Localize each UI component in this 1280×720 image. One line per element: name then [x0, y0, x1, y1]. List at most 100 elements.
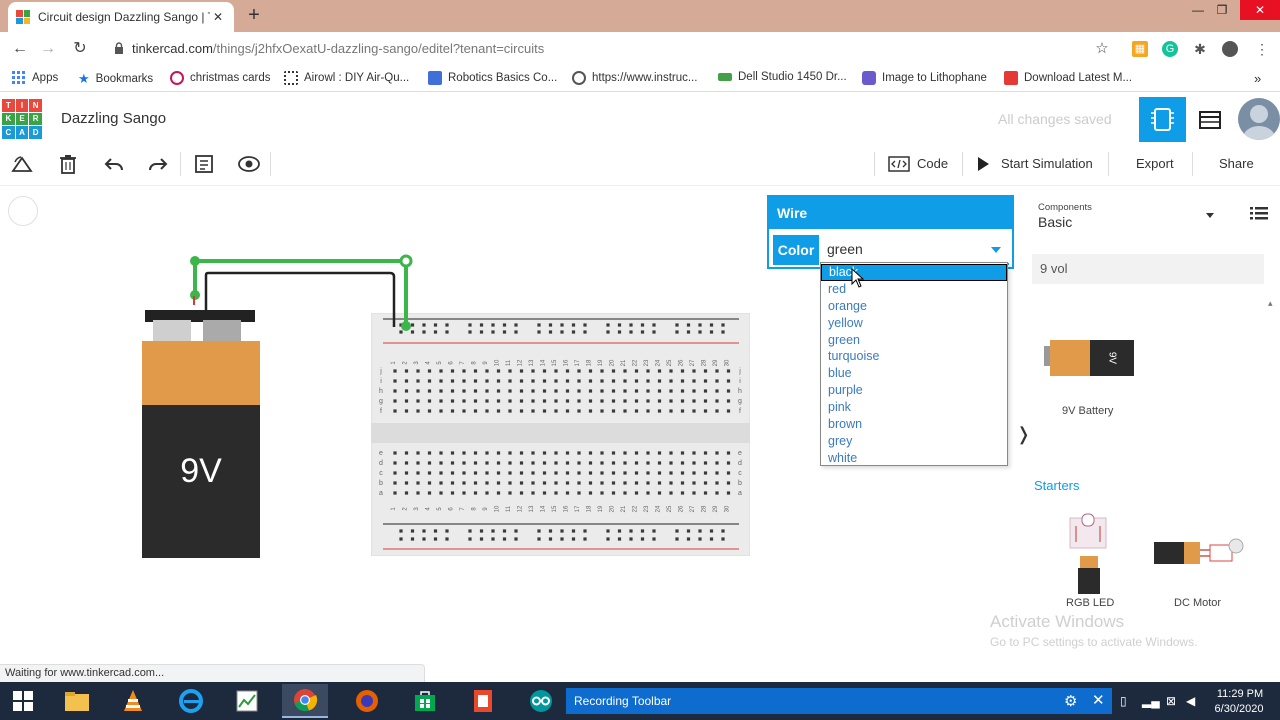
breadboard-hole[interactable] [686, 529, 691, 533]
breadboard-hole[interactable] [698, 323, 702, 327]
breadboard-hole[interactable] [577, 461, 581, 465]
breadboard-hole[interactable] [646, 491, 650, 495]
breadboard-hole[interactable] [611, 379, 616, 383]
breadboard-hole[interactable] [669, 379, 673, 383]
breadboard-hole[interactable] [571, 529, 576, 533]
list-menu-icon[interactable] [1250, 206, 1268, 220]
breadboard-hole[interactable] [531, 491, 535, 495]
breadboard-hole[interactable] [554, 399, 558, 403]
breadboard-hole[interactable] [416, 379, 420, 383]
breadboard-hole[interactable] [473, 369, 478, 373]
wifi-off-icon[interactable]: ⊠ [1166, 694, 1176, 708]
breadboard-hole[interactable] [479, 537, 484, 541]
color-option-blue[interactable]: blue [821, 365, 1007, 382]
breadboard-hole[interactable] [698, 537, 702, 541]
breadboard-hole[interactable] [473, 481, 478, 485]
breadboard-hole[interactable] [479, 330, 484, 334]
breadboard-hole[interactable] [450, 389, 455, 393]
breadboard-hole[interactable] [531, 369, 535, 373]
breadboard-hole[interactable] [496, 461, 501, 465]
breadboard-hole[interactable] [485, 491, 489, 495]
breadboard-hole[interactable] [393, 379, 397, 383]
taskbar-app[interactable] [402, 684, 448, 718]
breadboard-hole[interactable] [473, 399, 478, 403]
breadboard-hole[interactable] [422, 529, 426, 533]
bookmark-item[interactable]: Apps [12, 71, 58, 85]
breadboard-hole[interactable] [588, 491, 593, 495]
breadboard-hole[interactable] [554, 451, 558, 455]
window-close-icon[interactable]: ✕ [1240, 0, 1280, 20]
breadboard-hole[interactable] [450, 379, 455, 383]
breadboard-hole[interactable] [652, 323, 656, 327]
breadboard-hole[interactable] [611, 481, 616, 485]
breadboard-hole[interactable] [692, 491, 696, 495]
breadboard-hole[interactable] [692, 369, 696, 373]
breadboard-hole[interactable] [531, 399, 535, 403]
breadboard-hole[interactable] [445, 330, 449, 334]
breadboard-hole[interactable] [726, 451, 731, 455]
breadboard-hole[interactable] [491, 529, 495, 533]
breadboard-hole[interactable] [646, 379, 650, 383]
wire-endpoint[interactable] [401, 321, 411, 331]
breadboard-hole[interactable] [404, 379, 409, 383]
breadboard-hole[interactable] [680, 369, 685, 373]
breadboard-hole[interactable] [519, 461, 524, 465]
breadboard-hole[interactable] [502, 537, 507, 541]
breadboard-hole[interactable] [462, 389, 466, 393]
breadboard-hole[interactable] [404, 409, 409, 413]
export-button[interactable]: Export [1136, 152, 1174, 176]
clock-time[interactable]: 11:29 PM [1214, 688, 1266, 700]
breadboard-hole[interactable] [433, 323, 438, 327]
breadboard-hole[interactable] [634, 471, 639, 475]
breadboard-hole[interactable] [588, 409, 593, 413]
breadboard-hole[interactable] [692, 471, 696, 475]
color-option-white[interactable]: white [821, 450, 1007, 467]
breadboard-hole[interactable] [468, 330, 472, 334]
color-option-yellow[interactable]: yellow [821, 315, 1007, 332]
undo-icon[interactable] [102, 152, 126, 176]
breadboard-hole[interactable] [577, 389, 581, 393]
breadboard-hole[interactable] [427, 379, 432, 383]
breadboard-hole[interactable] [531, 451, 535, 455]
bookmark-item[interactable]: christmas cards [170, 71, 271, 85]
breadboard-hole[interactable] [485, 461, 489, 465]
breadboard-hole[interactable] [646, 389, 650, 393]
breadboard-hole[interactable] [462, 379, 466, 383]
breadboard-hole[interactable] [450, 461, 455, 465]
breadboard-hole[interactable] [692, 409, 696, 413]
breadboard-hole[interactable] [531, 471, 535, 475]
breadboard-hole[interactable] [416, 471, 420, 475]
breadboard-hole[interactable] [629, 529, 633, 533]
breadboard-hole[interactable] [698, 330, 702, 334]
breadboard-hole[interactable] [588, 451, 593, 455]
bookmark-star-icon[interactable]: ☆ [1092, 39, 1112, 59]
breadboard-hole[interactable] [588, 369, 593, 373]
breadboard-hole[interactable] [450, 471, 455, 475]
breadboard-hole[interactable] [709, 330, 714, 334]
extensions-puzzle-icon[interactable]: ✱ [1192, 41, 1208, 57]
breadboard-hole[interactable] [686, 323, 691, 327]
breadboard-hole[interactable] [600, 409, 604, 413]
breadboard-hole[interactable] [588, 379, 593, 383]
clock-date[interactable]: 6/30/2020 [1210, 703, 1268, 715]
breadboard-hole[interactable] [439, 481, 443, 485]
breadboard-hole[interactable] [657, 491, 662, 495]
color-option-grey[interactable]: grey [821, 433, 1007, 450]
breadboard-hole[interactable] [542, 451, 547, 455]
breadboard-hole[interactable] [531, 389, 535, 393]
breadboard-hole[interactable] [623, 389, 627, 393]
breadboard-hole[interactable] [565, 491, 570, 495]
breadboard-hole[interactable] [393, 471, 397, 475]
breadboard-hole[interactable] [611, 461, 616, 465]
start-button[interactable] [0, 684, 46, 718]
breadboard-hole[interactable] [565, 399, 570, 403]
breadboard-hole[interactable] [531, 461, 535, 465]
breadboard-hole[interactable] [514, 537, 518, 541]
breadboard-hole[interactable] [703, 399, 708, 403]
breadboard-hole[interactable] [588, 481, 593, 485]
breadboard-hole[interactable] [479, 323, 484, 327]
browser-tab[interactable]: Circuit design Dazzling Sango | T ✕ [8, 2, 234, 32]
breadboard-hole[interactable] [640, 537, 645, 541]
breadboard-hole[interactable] [554, 389, 558, 393]
breadboard-hole[interactable] [703, 481, 708, 485]
